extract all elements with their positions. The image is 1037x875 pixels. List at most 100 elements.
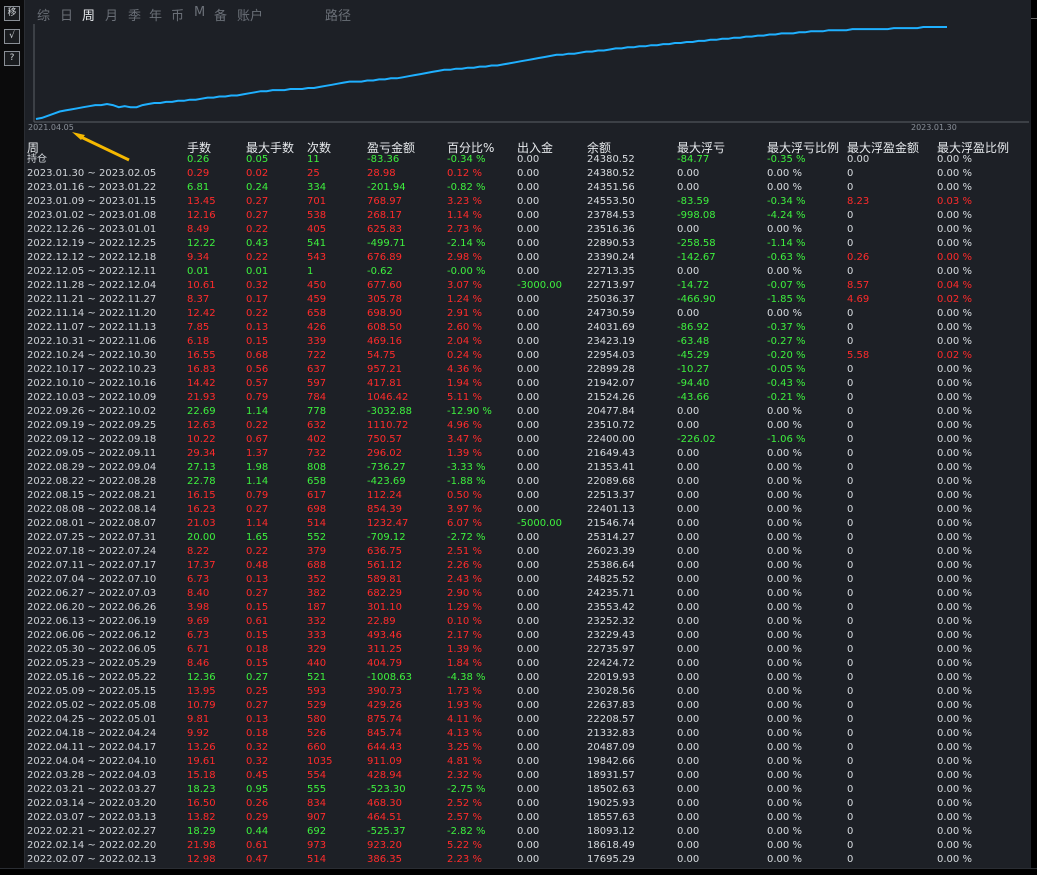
table-row[interactable]: 2022.06.27 ~ 2022.07.03 8.40 0.27 382 682.29… bbox=[25, 587, 1031, 601]
help-button[interactable]: ? bbox=[4, 51, 20, 66]
table-row[interactable]: 2022.09.12 ~ 2022.09.18 10.22 0.67 402 750.5… bbox=[25, 433, 1031, 447]
table-row[interactable]: 2022.08.22 ~ 2022.08.28 22.78 1.14 658 -423.… bbox=[25, 475, 1031, 489]
cell-maxFloatLoss: 0.00 bbox=[677, 532, 700, 543]
table-row[interactable]: 2023.01.09 ~ 2023.01.15 13.45 0.27 701 768.9… bbox=[25, 195, 1031, 209]
table-row[interactable]: 2022.04.04 ~ 2022.04.10 19.61 0.32 1035 911.… bbox=[25, 755, 1031, 769]
cell-lots: 14.42 bbox=[187, 378, 216, 389]
cell-io: 0.00 bbox=[517, 700, 540, 711]
cell-pct: -0.82 % bbox=[447, 182, 486, 193]
cell-pct: 1.29 % bbox=[447, 602, 482, 613]
cell-maxFloatProfitPct: 0.00 % bbox=[937, 504, 972, 515]
table-row[interactable]: 2022.03.07 ~ 2022.03.13 13.82 0.29 907 464.5… bbox=[25, 811, 1031, 825]
cell-maxLots: 0.79 bbox=[246, 392, 269, 403]
cell-maxLots: 0.48 bbox=[246, 560, 269, 571]
cell-pnl: 22.89 bbox=[367, 616, 396, 627]
cell-maxLots: 0.26 bbox=[246, 798, 269, 809]
cell-pct: 1.24 % bbox=[447, 294, 482, 305]
table-row[interactable]: 2022.09.05 ~ 2022.09.11 29.34 1.37 732 296.0… bbox=[25, 447, 1031, 461]
table-row[interactable]: 2022.11.21 ~ 2022.11.27 8.37 0.17 459 305.78… bbox=[25, 293, 1031, 307]
cell-period: 2022.05.02 ~ 2022.05.08 bbox=[27, 700, 157, 711]
cell-maxLots: 0.27 bbox=[246, 504, 269, 515]
table-row[interactable]: 2022.11.14 ~ 2022.11.20 12.42 0.22 658 698.9… bbox=[25, 307, 1031, 321]
table-row[interactable]: 2022.05.30 ~ 2022.06.05 6.71 0.18 329 311.25… bbox=[25, 643, 1031, 657]
table-row[interactable]: 2022.02.14 ~ 2022.02.20 21.98 0.61 973 923.2… bbox=[25, 839, 1031, 853]
table-row[interactable]: 2022.08.01 ~ 2022.08.07 21.03 1.14 514 1232.… bbox=[25, 517, 1031, 531]
cell-pnl: 112.24 bbox=[367, 490, 402, 501]
table-row[interactable]: 2022.05.02 ~ 2022.05.08 10.79 0.27 529 429.2… bbox=[25, 699, 1031, 713]
cell-lots: 9.81 bbox=[187, 714, 210, 725]
cell-pct: 4.36 % bbox=[447, 364, 482, 375]
table-row[interactable]: 2022.06.06 ~ 2022.06.12 6.73 0.15 333 493.46… bbox=[25, 629, 1031, 643]
check-button[interactable]: √ bbox=[4, 29, 20, 44]
cell-maxFloatProfit: 0 bbox=[847, 798, 854, 809]
table-row[interactable]: 2022.04.11 ~ 2022.04.17 13.26 0.32 660 644.4… bbox=[25, 741, 1031, 755]
table-row[interactable]: 2022.11.28 ~ 2022.12.04 10.61 0.32 450 677.6… bbox=[25, 279, 1031, 293]
cell-maxFloatLoss: 0.00 bbox=[677, 588, 700, 599]
cell-period: 2022.12.19 ~ 2022.12.25 bbox=[27, 238, 157, 249]
cell-maxFloatProfitPct: 0.00 % bbox=[937, 742, 972, 753]
cell-count: 554 bbox=[307, 770, 327, 781]
table-row[interactable]: 2022.08.29 ~ 2022.09.04 27.13 1.98 808 -736.… bbox=[25, 461, 1031, 475]
cell-balance: 21649.43 bbox=[587, 448, 635, 459]
cell-lots: 0.01 bbox=[187, 266, 210, 277]
cell-maxFloatLossPct: 0.00 % bbox=[767, 630, 802, 641]
table-row[interactable]: 2022.05.16 ~ 2022.05.22 12.36 0.27 521 -1008… bbox=[25, 671, 1031, 685]
cell-io: 0.00 bbox=[517, 504, 540, 515]
table-row[interactable]: 2022.07.18 ~ 2022.07.24 8.22 0.22 379 636.75… bbox=[25, 545, 1031, 559]
cell-lots: 27.13 bbox=[187, 462, 216, 473]
cell-maxFloatProfitPct: 0.00 % bbox=[937, 574, 972, 585]
cell-count: 698 bbox=[307, 504, 327, 515]
table-row[interactable]: 2022.12.12 ~ 2022.12.18 9.34 0.22 543 676.89… bbox=[25, 251, 1031, 265]
cell-maxFloatLossPct: 0.00 % bbox=[767, 406, 802, 417]
table-row[interactable]: 2022.05.23 ~ 2022.05.29 8.46 0.15 440 404.79… bbox=[25, 657, 1031, 671]
table-row[interactable]: 2022.08.15 ~ 2022.08.21 16.15 0.79 617 112.2… bbox=[25, 489, 1031, 503]
table-row[interactable]: 2022.05.09 ~ 2022.05.15 13.95 0.25 593 390.7… bbox=[25, 685, 1031, 699]
cell-maxFloatProfit: 0 bbox=[847, 462, 854, 473]
cell-maxLots: 0.02 bbox=[246, 168, 269, 179]
plot-area bbox=[34, 24, 1029, 122]
table-row[interactable]: 2022.07.25 ~ 2022.07.31 20.00 1.65 552 -709.… bbox=[25, 531, 1031, 545]
table-row[interactable]: 2022.12.19 ~ 2022.12.25 12.22 0.43 541 -499.… bbox=[25, 237, 1031, 251]
move-button[interactable]: 移 bbox=[4, 6, 20, 21]
table-row[interactable]: 2022.04.18 ~ 2022.04.24 9.92 0.18 526 845.74… bbox=[25, 727, 1031, 741]
table-row[interactable]: 2022.03.28 ~ 2022.04.03 15.18 0.45 554 428.9… bbox=[25, 769, 1031, 783]
table-row[interactable]: 2022.10.17 ~ 2022.10.23 16.83 0.56 637 957.2… bbox=[25, 363, 1031, 377]
cell-io: 0.00 bbox=[517, 546, 540, 557]
table-row[interactable]: 2023.01.16 ~ 2023.01.22 6.81 0.24 334 -201.9… bbox=[25, 181, 1031, 195]
table-row[interactable]: 2022.09.26 ~ 2022.10.02 22.69 1.14 778 -3032… bbox=[25, 405, 1031, 419]
table-row[interactable]: 2022.12.26 ~ 2023.01.01 8.49 0.22 405 625.83… bbox=[25, 223, 1031, 237]
table-row[interactable]: 2022.04.25 ~ 2022.05.01 9.81 0.13 580 875.74… bbox=[25, 713, 1031, 727]
table-row[interactable]: 2022.02.07 ~ 2022.02.13 12.98 0.47 514 386.3… bbox=[25, 853, 1031, 867]
table-row[interactable]: 2022.10.10 ~ 2022.10.16 14.42 0.57 597 417.8… bbox=[25, 377, 1031, 391]
table-row[interactable]: 持仓 0.26 0.05 11 -83.36 -0.34 % 0.00 24380.52 -84… bbox=[25, 153, 1031, 167]
cell-maxFloatProfit: 0 bbox=[847, 224, 854, 235]
table-row[interactable]: 2022.09.19 ~ 2022.09.25 12.63 0.22 632 1110.… bbox=[25, 419, 1031, 433]
table-row[interactable]: 2022.03.21 ~ 2022.03.27 18.23 0.95 555 -523.… bbox=[25, 783, 1031, 797]
table-row[interactable]: 2023.01.02 ~ 2023.01.08 12.16 0.27 538 268.1… bbox=[25, 209, 1031, 223]
cell-maxFloatProfitPct: 0.00 % bbox=[937, 378, 972, 389]
table-row[interactable]: 2022.07.04 ~ 2022.07.10 6.73 0.13 352 589.81… bbox=[25, 573, 1031, 587]
cell-maxLots: 0.43 bbox=[246, 238, 269, 249]
cell-pct: 6.07 % bbox=[447, 518, 482, 529]
cell-io: 0.00 bbox=[517, 588, 540, 599]
table-row[interactable]: 2022.06.13 ~ 2022.06.19 9.69 0.61 332 22.89 0… bbox=[25, 615, 1031, 629]
table-row[interactable]: 2022.10.24 ~ 2022.10.30 16.55 0.68 722 54.75… bbox=[25, 349, 1031, 363]
table-row[interactable]: 2022.08.08 ~ 2022.08.14 16.23 0.27 698 854.3… bbox=[25, 503, 1031, 517]
table-row[interactable]: 2022.10.03 ~ 2022.10.09 21.93 0.79 784 1046.… bbox=[25, 391, 1031, 405]
table-row[interactable]: 2022.06.20 ~ 2022.06.26 3.98 0.15 187 301.10… bbox=[25, 601, 1031, 615]
table-row[interactable]: 2023.01.30 ~ 2023.02.05 0.29 0.02 25 28.98 0.… bbox=[25, 167, 1031, 181]
cell-maxLots: 0.13 bbox=[246, 322, 269, 333]
table-row[interactable]: 2022.12.05 ~ 2022.12.11 0.01 0.01 1 -0.62 -0.… bbox=[25, 265, 1031, 279]
cell-maxLots: 0.61 bbox=[246, 840, 269, 851]
table-row[interactable]: 2022.02.21 ~ 2022.02.27 18.29 0.44 692 -525.… bbox=[25, 825, 1031, 839]
cell-lots: 12.42 bbox=[187, 308, 216, 319]
cell-period: 2022.09.19 ~ 2022.09.25 bbox=[27, 420, 157, 431]
table-row[interactable]: 2022.10.31 ~ 2022.11.06 6.18 0.15 339 469.16… bbox=[25, 335, 1031, 349]
table-row[interactable]: 2022.11.07 ~ 2022.11.13 7.85 0.13 426 608.50… bbox=[25, 321, 1031, 335]
tab-7[interactable]: M bbox=[194, 5, 205, 20]
table-row[interactable]: 2022.07.11 ~ 2022.07.17 17.37 0.48 688 561.1… bbox=[25, 559, 1031, 573]
cell-maxFloatLoss: -94.40 bbox=[677, 378, 710, 389]
cell-maxFloatLossPct: -1.06 % bbox=[767, 434, 806, 445]
table-row[interactable]: 2022.03.14 ~ 2022.03.20 16.50 0.26 834 468.3… bbox=[25, 797, 1031, 811]
cell-balance: 20477.84 bbox=[587, 406, 635, 417]
